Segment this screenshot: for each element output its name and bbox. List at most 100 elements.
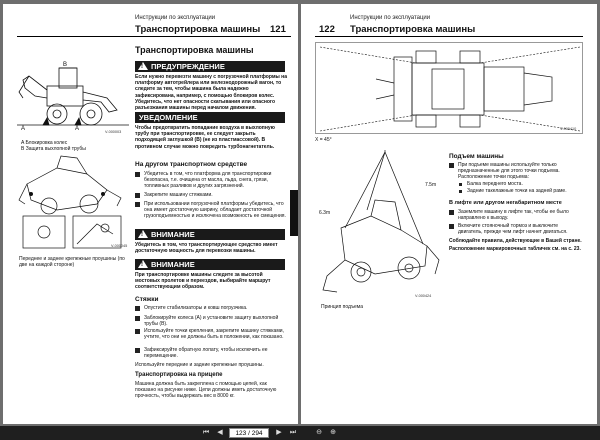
- caution-triangle-icon: [138, 230, 148, 240]
- crane-lifting-drawing: [322, 150, 440, 293]
- caution-label: ВНИМАНИЕ: [151, 230, 195, 239]
- lift-point-1: Балка переднего моста.: [458, 181, 583, 187]
- closing-text: Соблюдайте правила, действующие в Вашей …: [449, 238, 582, 244]
- section-title: Транспортировка машины: [135, 45, 254, 55]
- caution2-triangle-icon: [138, 260, 148, 270]
- bullet-square-icon: [135, 202, 140, 207]
- strap-bullet-2-text: Заблокируйте колеса (A) и установите защ…: [144, 315, 279, 328]
- angle-note: X = 45°: [315, 137, 332, 143]
- lifting-figure: 7.5m 6.3m V-000424: [315, 150, 445, 300]
- other-bullet-1-text: Убедитесь в том, что платформа для транс…: [144, 171, 272, 190]
- top-view-figure: V-000410: [315, 42, 583, 134]
- strap-note: Используйте передние и задние крепежные …: [135, 362, 264, 368]
- other-bullet-2-text: Закрепите машину стяжками.: [144, 192, 213, 198]
- bullet-square-icon: [135, 348, 140, 353]
- other-transport-title: На другом транспортном средстве: [135, 161, 248, 168]
- bullet-square-icon: [449, 224, 454, 229]
- bullet-square-icon: [449, 210, 454, 215]
- header-manual-label: Инструкции по эксплуатации: [135, 15, 216, 21]
- lift-height-2: 6.3m: [319, 210, 331, 216]
- strap-bullet-1: Опустите стабилизаторы и ковш погрузчика…: [135, 305, 287, 311]
- lifting-bullet-1-text: При подъеме машины используйте только пр…: [458, 162, 560, 181]
- other-bullet-3-text: При использовании погрузочной платформы …: [144, 201, 286, 220]
- lift-tag: V-000424: [415, 294, 432, 298]
- label-a-2: A: [75, 126, 80, 132]
- header-manual-label: Инструкции по эксплуатации: [350, 15, 431, 21]
- lift-height-1: 7.5m: [425, 182, 437, 188]
- page-number: 122: [319, 24, 335, 35]
- closing-text-2: Расположение маркировочных табличек см. …: [449, 246, 581, 252]
- caution-text: Убедитесь в том, что транспортирующее ср…: [135, 242, 278, 255]
- trailer-text: Машина должна быть закреплена с помощью …: [135, 381, 277, 400]
- warning-label: ПРЕДУПРЕЖДЕНИЕ: [151, 62, 225, 71]
- viewer-toolbar: ⏮ ◀ 123 / 294 ▶ ⏭ ⊖ ⊕: [0, 426, 600, 440]
- page-number: 121: [270, 24, 286, 35]
- strap-bullet-3-text: Используйте точки крепления, закрепите м…: [144, 328, 284, 341]
- prev-page-button[interactable]: ◀: [214, 428, 226, 438]
- zoom-in-button[interactable]: ⊕: [327, 428, 339, 438]
- next-page-button[interactable]: ▶: [273, 428, 285, 438]
- first-page-button[interactable]: ⏮: [200, 428, 212, 438]
- lift-point-1-text: Балка переднего моста.: [467, 181, 523, 187]
- last-page-button[interactable]: ⏭: [287, 428, 299, 438]
- straps-title: Стяжки: [135, 296, 159, 303]
- backhoe-loader-side-drawing: [17, 67, 129, 126]
- legend-item-b: B Защита выхлопной трубы: [21, 146, 86, 152]
- bullet-square-icon: [135, 306, 140, 311]
- other-bullet-3: При использовании погрузочной платформы …: [135, 201, 287, 220]
- other-bullet-1: Убедитесь в том, что платформа для транс…: [135, 171, 287, 190]
- bullet-square-icon: [135, 329, 140, 334]
- lift-point-2: Задние такелажные точки на задней раме.: [458, 188, 583, 194]
- lift-point-2-text: Задние такелажные точки на задней раме.: [467, 188, 567, 194]
- notice-label: УВЕДОМЛЕНИЕ: [139, 113, 198, 122]
- strap-bullet-4-text: Зафиксируйте обратную лопату, чтобы искл…: [144, 347, 268, 360]
- other-bullet-2: Закрепите машину стяжками.: [135, 192, 287, 198]
- caution2-label: ВНИМАНИЕ: [151, 260, 195, 269]
- label-a-1: A: [21, 126, 26, 132]
- fig2-caption: Переднее и заднее крепежные проушины (по…: [19, 256, 125, 268]
- tie-down-figure: V-000045: [17, 154, 129, 254]
- top-view-chain-drawing: [319, 46, 581, 132]
- warning-banner: ПРЕДУПРЕЖДЕНИЕ: [135, 61, 285, 72]
- warning-triangle-icon: [138, 62, 148, 72]
- bullet-square-icon: [135, 316, 140, 321]
- caution2-banner: ВНИМАНИЕ: [135, 259, 285, 270]
- header-rule: [17, 36, 291, 37]
- bullet-dot-icon: [459, 183, 462, 186]
- strap-bullet-1-text: Опустите стабилизаторы и ковш погрузчика…: [144, 305, 248, 311]
- nw-bullet-1-text: Заземлите машину в лифте так, чтобы ее б…: [458, 209, 569, 222]
- caution-banner: ВНИМАНИЕ: [135, 229, 285, 240]
- strap-bullet-3: Используйте точки крепления, закрепите м…: [135, 328, 287, 340]
- non-working-title: В лифте или другом негабаритном месте: [449, 200, 562, 206]
- chapter-side-tab: [290, 190, 298, 236]
- trailer-title: Транспортировка на прицепе: [135, 372, 223, 378]
- nw-bullet-2: Включите стояночный тормоз и выключите д…: [449, 223, 583, 235]
- top-view-tag: V-000410: [560, 127, 577, 131]
- zoom-out-button[interactable]: ⊖: [313, 428, 325, 438]
- tie-down-drawing: [18, 155, 122, 249]
- fig1-tag: V-000003: [105, 130, 122, 134]
- warning-text: Если нужно перевезти машину с погрузочно…: [135, 74, 287, 112]
- notice-text: Чтобы предотвратить попадание воздуха в …: [135, 125, 275, 150]
- caution2-text: При транспортировке машины следите за вы…: [135, 272, 271, 291]
- document-viewer: Инструкции по эксплуатации Транспортиров…: [0, 0, 600, 426]
- label-b: B: [63, 62, 68, 68]
- bullet-square-icon: [135, 172, 140, 177]
- bullet-square-icon: [135, 193, 140, 198]
- page-122: Инструкции по эксплуатации 122 Транспорт…: [301, 4, 597, 424]
- lift-caption: Принцип подъема: [321, 304, 363, 310]
- lifting-title: Подъем машины: [449, 153, 504, 160]
- page-121: Инструкции по эксплуатации Транспортиров…: [3, 4, 298, 424]
- notice-banner: УВЕДОМЛЕНИЕ: [135, 112, 285, 123]
- nw-bullet-1: Заземлите машину в лифте так, чтобы ее б…: [449, 209, 583, 221]
- header-rule: [315, 36, 583, 37]
- header-title: Транспортировка машины: [135, 24, 261, 35]
- lifting-bullet-1: При подъеме машины используйте только пр…: [449, 162, 583, 181]
- bullet-square-icon: [449, 163, 454, 168]
- loader-figure: A A B V-000003: [17, 58, 129, 138]
- fig2-tag: V-000045: [111, 244, 128, 248]
- strap-bullet-4: Зафиксируйте обратную лопату, чтобы искл…: [135, 347, 287, 359]
- header-title: Транспортировка машины: [350, 24, 476, 35]
- page-number-input[interactable]: 123 / 294: [229, 428, 269, 438]
- strap-bullet-2: Заблокируйте колеса (A) и установите защ…: [135, 315, 287, 327]
